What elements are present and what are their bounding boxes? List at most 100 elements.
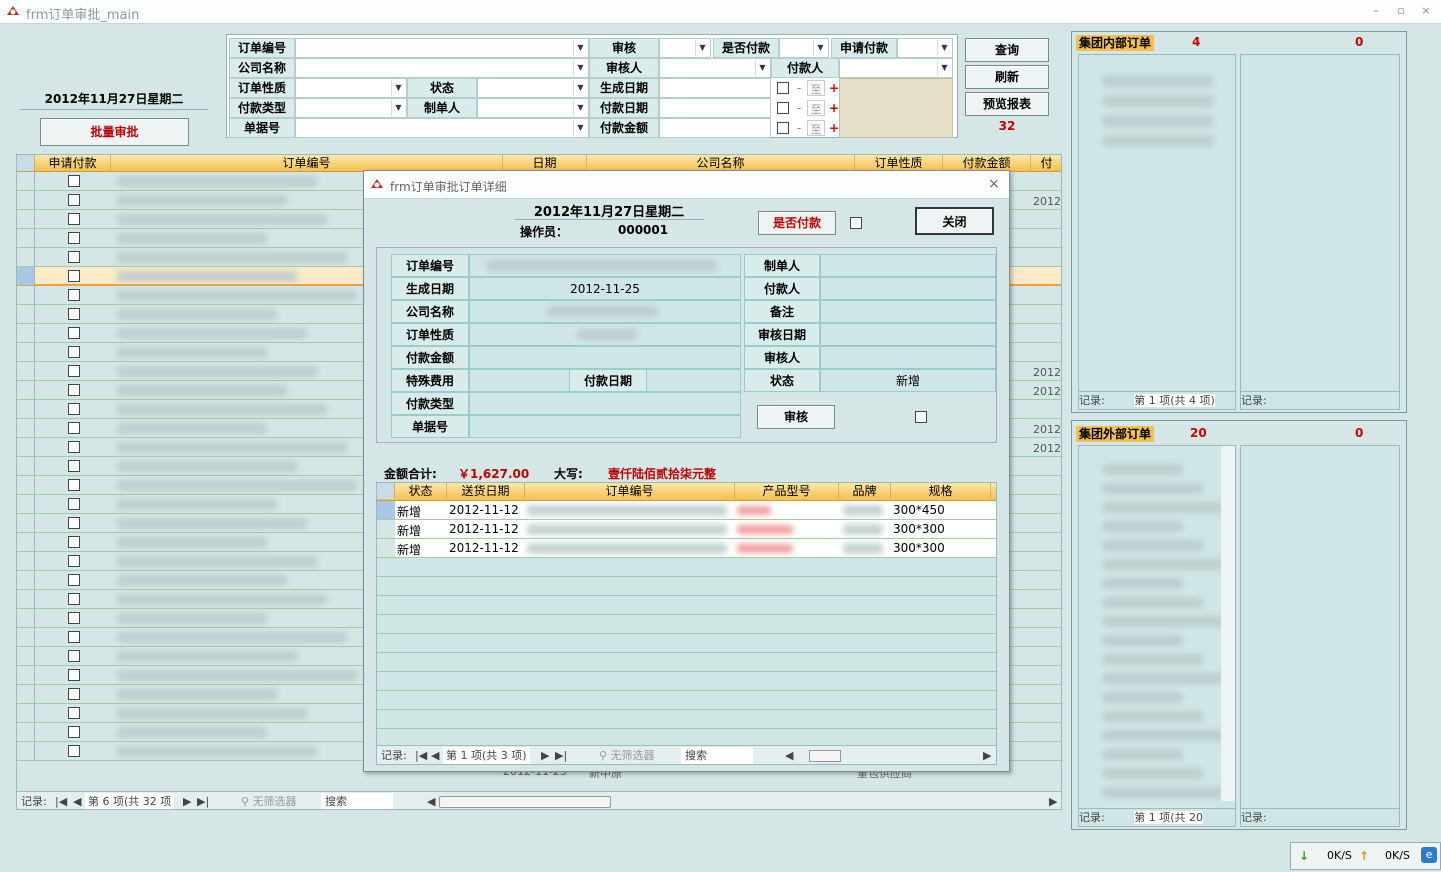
chevron-down-icon[interactable]: ▼: [573, 40, 587, 56]
select-all-corner[interactable]: [17, 155, 35, 171]
apply-pay-checkbox[interactable]: [68, 308, 80, 320]
scroll-right-icon[interactable]: ▶: [1049, 793, 1057, 809]
row-selector[interactable]: [377, 501, 395, 519]
detail-row[interactable]: [377, 615, 996, 634]
filter-payer-select[interactable]: ▼: [839, 58, 953, 78]
pay-date-range-checkbox[interactable]: [777, 102, 789, 114]
apply-pay-checkbox[interactable]: [68, 441, 80, 453]
row-selector[interactable]: [17, 647, 35, 665]
row-selector[interactable]: [17, 400, 35, 418]
apply-pay-checkbox[interactable]: [68, 232, 80, 244]
apply-pay-checkbox[interactable]: [68, 707, 80, 719]
maximize-button[interactable]: ▫: [1393, 4, 1409, 18]
apply-pay-checkbox[interactable]: [68, 536, 80, 548]
row-selector[interactable]: [17, 438, 35, 456]
row-selector[interactable]: [17, 723, 35, 741]
record-position[interactable]: 第 1 项(共 20: [1134, 811, 1203, 824]
apply-pay-checkbox[interactable]: [68, 422, 80, 434]
row-selector[interactable]: [17, 704, 35, 722]
detail-row[interactable]: 新增 2012-11-12 300*450: [377, 501, 996, 520]
col-apply-pay[interactable]: 申请付款: [35, 155, 111, 171]
refresh-button[interactable]: 刷新: [965, 65, 1049, 89]
detail-row[interactable]: [377, 672, 996, 691]
chevron-down-icon[interactable]: ▼: [573, 100, 587, 116]
scroll-left-icon[interactable]: ◀: [785, 747, 793, 764]
apply-pay-checkbox[interactable]: [68, 688, 80, 700]
last-record-icon[interactable]: ▶|: [555, 747, 567, 764]
minimize-button[interactable]: –: [1368, 4, 1384, 18]
detail-row[interactable]: [377, 634, 996, 653]
row-selector[interactable]: [17, 514, 35, 532]
apply-pay-checkbox[interactable]: [68, 555, 80, 567]
query-button[interactable]: 查询: [965, 38, 1049, 62]
apply-pay-checkbox[interactable]: [68, 213, 80, 225]
filter-approver-select[interactable]: ▼: [659, 58, 771, 78]
field-value[interactable]: [469, 346, 741, 369]
next-record-icon[interactable]: ▶: [183, 793, 191, 809]
is-paid-checkbox[interactable]: [850, 217, 862, 229]
row-selector[interactable]: [17, 742, 35, 760]
chevron-down-icon[interactable]: ▼: [695, 40, 709, 56]
apply-pay-checkbox[interactable]: [68, 726, 80, 738]
chevron-down-icon[interactable]: ▼: [755, 60, 769, 76]
first-record-icon[interactable]: |◀: [415, 747, 427, 764]
no-filter-button[interactable]: ⚲ 无筛选器: [241, 793, 297, 809]
row-selector[interactable]: [17, 685, 35, 703]
prev-record-icon[interactable]: ◀: [431, 747, 439, 764]
field-value[interactable]: [469, 392, 741, 415]
dialog-close-icon[interactable]: ×: [988, 176, 1000, 192]
col-order-no[interactable]: 订单编号: [525, 483, 735, 499]
record-position[interactable]: 第 1 项(共 4 项): [1134, 394, 1215, 407]
apply-pay-checkbox[interactable]: [68, 574, 80, 586]
row-selector[interactable]: [17, 609, 35, 627]
search-input[interactable]: 搜索: [321, 793, 393, 809]
row-selector[interactable]: [17, 533, 35, 551]
scroll-left-icon[interactable]: ◀: [427, 793, 435, 809]
row-selector[interactable]: [377, 520, 395, 538]
plus-icon[interactable]: +: [829, 81, 839, 95]
detail-row[interactable]: 新增 2012-11-12 300*300: [377, 539, 996, 558]
apply-pay-checkbox[interactable]: [68, 669, 80, 681]
detail-row[interactable]: [377, 596, 996, 615]
scroll-right-icon[interactable]: ▶: [983, 747, 991, 764]
row-selector[interactable]: [377, 539, 395, 557]
detail-row[interactable]: [377, 577, 996, 596]
row-selector[interactable]: [17, 457, 35, 475]
apply-pay-checkbox[interactable]: [68, 593, 80, 605]
row-selector[interactable]: [17, 476, 35, 494]
col-company[interactable]: 公司名称: [587, 155, 855, 171]
apply-pay-checkbox[interactable]: [68, 479, 80, 491]
apply-pay-checkbox[interactable]: [68, 403, 80, 415]
row-selector[interactable]: [17, 172, 35, 190]
row-selector[interactable]: [17, 666, 35, 684]
record-position[interactable]: 第 1 项(共 3 项): [443, 747, 530, 764]
detail-row[interactable]: [377, 558, 996, 577]
col-delivery-date[interactable]: 送货日期: [447, 483, 525, 499]
row-selector[interactable]: [17, 248, 35, 266]
approve-checkbox[interactable]: [915, 411, 927, 423]
apply-pay-checkbox[interactable]: [68, 498, 80, 510]
approve-button[interactable]: 审核: [757, 405, 835, 429]
preview-report-button[interactable]: 预览报表: [965, 92, 1049, 116]
is-paid-button[interactable]: 是否付款: [758, 211, 836, 235]
filter-apply-pay-select[interactable]: ▼: [897, 38, 953, 58]
apply-pay-checkbox[interactable]: [68, 175, 80, 187]
apply-pay-checkbox[interactable]: [68, 251, 80, 263]
field-value[interactable]: [820, 277, 996, 300]
v-scrollbar[interactable]: [1221, 446, 1235, 801]
filter-order-type-select[interactable]: ▼: [295, 78, 407, 98]
chevron-down-icon[interactable]: ▼: [391, 100, 405, 116]
filter-pay-date-input[interactable]: [659, 98, 771, 118]
chevron-down-icon[interactable]: ▼: [573, 60, 587, 76]
field-value[interactable]: [820, 346, 996, 369]
apply-pay-checkbox[interactable]: [68, 384, 80, 396]
field-value[interactable]: [820, 300, 996, 323]
row-selector[interactable]: [17, 381, 35, 399]
apply-pay-checkbox[interactable]: [68, 517, 80, 529]
chevron-down-icon[interactable]: ▼: [573, 80, 587, 96]
row-selector[interactable]: [17, 571, 35, 589]
plus-icon[interactable]: +: [829, 101, 839, 115]
chevron-down-icon[interactable]: ▼: [937, 40, 951, 56]
row-selector[interactable]: [17, 267, 35, 285]
apply-pay-checkbox[interactable]: [68, 612, 80, 624]
